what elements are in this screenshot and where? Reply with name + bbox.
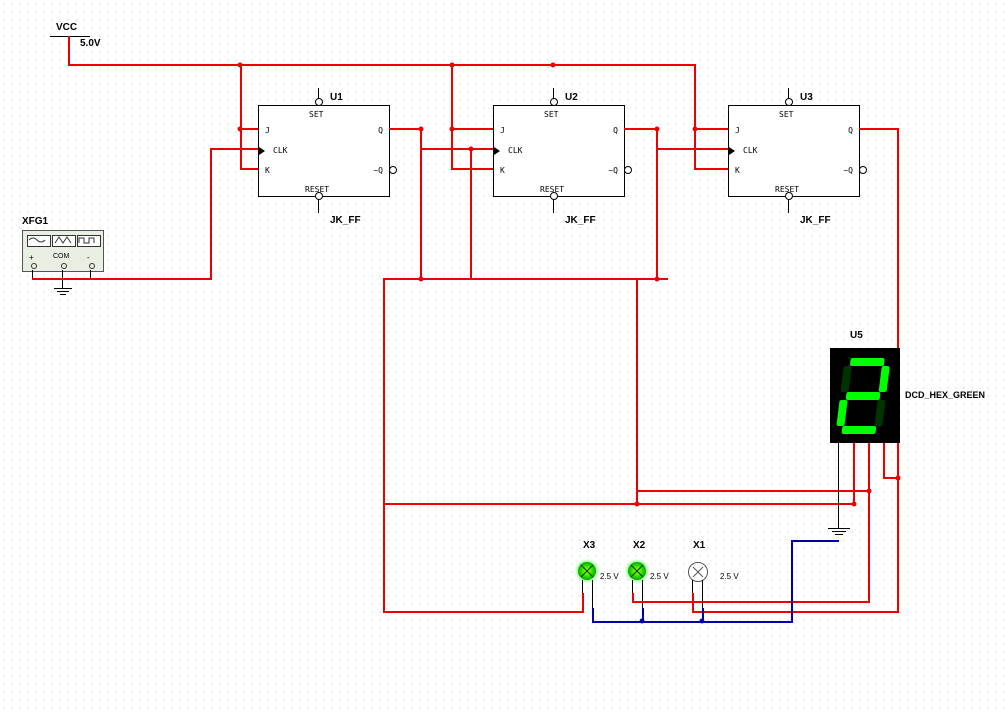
x3-volt: 2.5 V [600, 572, 619, 581]
node-u1j [238, 127, 243, 132]
vcc-label: VCC [56, 22, 77, 33]
xfg-com-pin [62, 270, 63, 278]
wire-vcc-u1j [240, 64, 242, 128]
wire-u1q-u2clk [420, 148, 493, 150]
u1-ref: U1 [330, 92, 343, 103]
u2-ref: U2 [565, 92, 578, 103]
xfg-plus-pin [32, 270, 33, 278]
vcc-value: 5.0V [80, 38, 101, 49]
wire-clk-u1 [210, 148, 258, 150]
wire-u1q-h [389, 128, 421, 130]
flipflop-u2[interactable]: SET RESET J CLK K Q ~Q [493, 105, 625, 197]
wire-u2q-h [624, 128, 658, 130]
probe-x1[interactable] [688, 562, 708, 582]
x1-ref: X1 [693, 540, 705, 551]
u2-type: JK_FF [565, 215, 596, 226]
node-u1q [419, 127, 424, 132]
probe-x3[interactable] [578, 562, 596, 580]
wire-u3q-h [859, 128, 899, 130]
x2-ref: X2 [633, 540, 645, 551]
wire-u2q-u3clk [656, 148, 728, 150]
x1-volt: 2.5 V [720, 572, 739, 581]
xfg-minus-pin [90, 270, 91, 278]
flipflop-u1[interactable]: SET RESET J CLK K Q ~Q [258, 105, 390, 197]
u5-type: DCD_HEX_GREEN [905, 390, 985, 400]
node-vcc-u1 [238, 63, 243, 68]
wire-u1j-stub [240, 128, 258, 130]
u1-type: JK_FF [330, 215, 361, 226]
wire-u1k-stub [240, 168, 258, 170]
wire-u1q-v [420, 128, 422, 278]
wire-xfg-clk-h [32, 278, 210, 280]
u3-type: JK_FF [800, 215, 831, 226]
vcc-bar [50, 36, 90, 37]
flipflop-u3[interactable]: SET RESET J CLK K Q ~Q [728, 105, 860, 197]
probe-x2[interactable] [628, 562, 646, 580]
x2-volt: 2.5 V [650, 572, 669, 581]
u3-ref: U3 [800, 92, 813, 103]
wire-xfg-clk-v [210, 148, 212, 280]
xfg1-ref: XFG1 [22, 216, 48, 227]
wire-vcc-down [68, 36, 70, 64]
u5-ref: U5 [850, 330, 863, 341]
seven-segment-display[interactable] [830, 348, 900, 443]
function-generator[interactable]: + COM - [22, 230, 104, 272]
wire-vcc-h1 [68, 64, 240, 66]
x3-ref: X3 [583, 540, 595, 551]
